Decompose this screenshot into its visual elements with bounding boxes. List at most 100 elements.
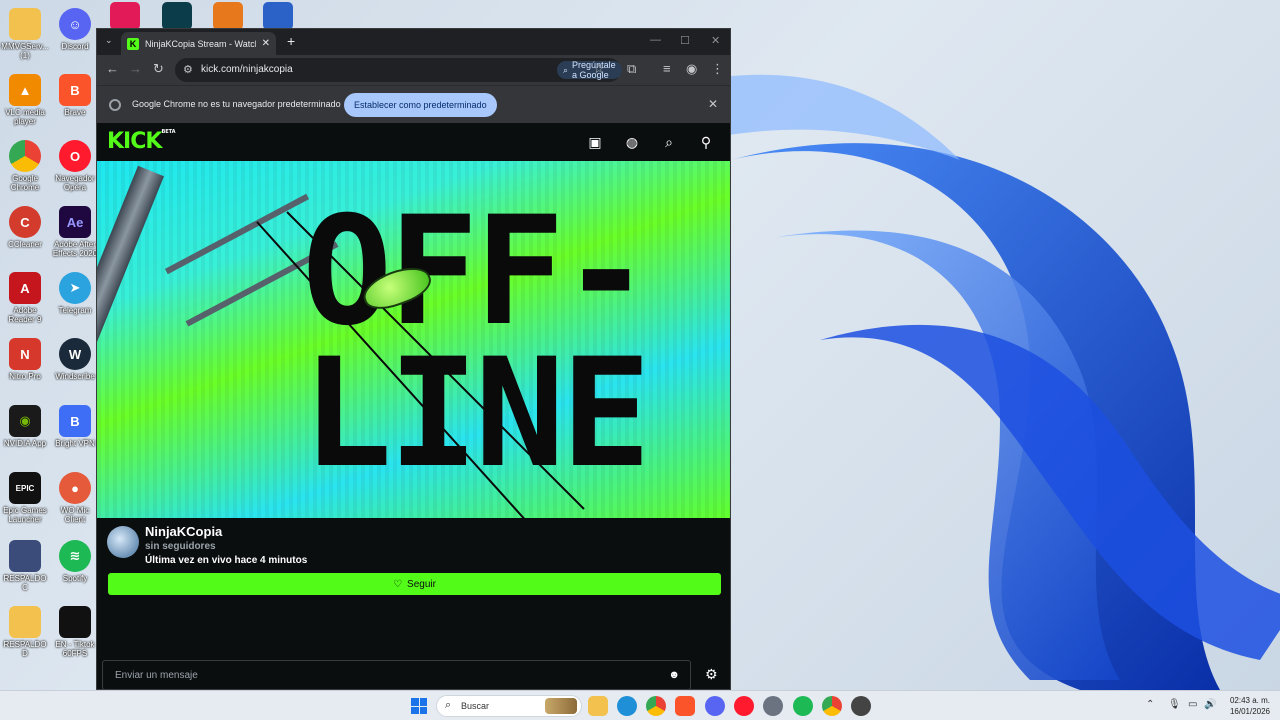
taskbar-search[interactable]: ⌕ Buscar (436, 695, 582, 717)
channel-name[interactable]: NinjaKCopia (145, 524, 222, 539)
desktop-icon-ccleaner[interactable]: C CCleaner (0, 206, 50, 249)
league-of-legends-icon[interactable] (162, 2, 192, 30)
opera-icon[interactable] (734, 696, 754, 716)
brave-icon: B (59, 74, 91, 106)
g-app-icon[interactable] (213, 2, 243, 30)
bookmark-star-icon[interactable]: ☆ (593, 62, 605, 76)
desktop-icon-bright-vpn[interactable]: B Bright VPN (50, 405, 100, 448)
tray-chevron-icon[interactable]: ⌃ (1146, 699, 1154, 710)
volume-icon[interactable]: 🔊 (1204, 699, 1216, 710)
tab-search-chevron-icon[interactable]: ⌄ (105, 35, 113, 46)
microphone-icon: ● (59, 472, 91, 504)
reading-list-icon[interactable]: ≡ (663, 62, 671, 76)
chrome-icon[interactable] (646, 696, 666, 716)
tab-close-icon[interactable]: ✕ (262, 38, 270, 49)
folder-icon (9, 8, 41, 40)
file-explorer-icon[interactable] (588, 696, 608, 716)
kick-logo[interactable]: KICKBETA (107, 129, 176, 154)
search-highlight-image (545, 698, 577, 714)
desktop-icon-windscribe[interactable]: W Windscribe (50, 338, 100, 381)
recorder-icon[interactable] (851, 696, 871, 716)
drive-image-icon (9, 540, 41, 572)
profile-icon[interactable]: ◉ (686, 62, 697, 76)
start-windows-icon[interactable] (411, 698, 427, 714)
chat-settings-gear-icon[interactable]: ⚙ (705, 666, 718, 683)
chrome-info-icon (109, 99, 121, 111)
desktop-icon-after-effects[interactable]: Ae Adobe After Effects 2020 (50, 206, 100, 258)
desktop-icon-epic[interactable]: EPIC Epic Games Launcher (0, 472, 50, 524)
user-icon[interactable]: ⚲ (697, 133, 715, 151)
default-browser-infobar: Google Chrome no es tu navegador predete… (97, 85, 730, 123)
system-clock[interactable]: 02:43 a. m. 16/01/2026 (1230, 695, 1270, 717)
chrome-icon (9, 140, 41, 172)
extensions-icon[interactable]: ⧉ (627, 62, 636, 76)
desktop-icon-opera[interactable]: O Navegador Opera (50, 140, 100, 192)
avatar[interactable] (107, 526, 139, 558)
desktop-icon-mmvg[interactable]: MMVGServ... (1) (0, 8, 50, 60)
forward-icon[interactable]: → (129, 62, 142, 76)
bright-vpn-icon: B (59, 405, 91, 437)
infobar-close-icon[interactable]: ✕ (708, 97, 718, 111)
search-icon[interactable]: ⌕ (660, 133, 678, 151)
epic-games-icon: EPIC (9, 472, 41, 504)
address-bar[interactable]: ⚙ kick.com/ninjakcopia ⌕ Pregúntale a Go… (175, 58, 622, 82)
menu-kebab-icon[interactable]: ⋮ (711, 62, 724, 76)
wallpaper-bloom (700, 74, 1280, 691)
url-text[interactable]: kick.com/ninjakcopia (201, 64, 293, 75)
browse-icon[interactable]: ▣ (586, 133, 604, 151)
desktop-icon-chrome[interactable]: Google Chrome (0, 140, 50, 192)
desktop-icon-telegram[interactable]: ➤ Telegram (50, 272, 100, 315)
desktop-icon-respaldo-c[interactable]: RESPALDO C (0, 540, 50, 592)
edge-icon[interactable] (617, 696, 637, 716)
desktop-icon-wo-mic[interactable]: ● WO Mic Client (50, 472, 100, 524)
brave-icon[interactable] (675, 696, 695, 716)
google-lens-icon: ⌕ (563, 64, 569, 75)
minimize-icon[interactable]: — (650, 34, 661, 46)
desktop-icon-brave[interactable]: B Brave (50, 74, 100, 117)
rocket-league-icon[interactable] (263, 2, 293, 30)
spotify-icon[interactable] (793, 696, 813, 716)
folder-icon (9, 606, 41, 638)
clock-time: 02:43 a. m. (1229, 696, 1270, 705)
offline-text: OFF- LINE (302, 185, 722, 489)
microphone-icon[interactable]: 🎙 (1168, 699, 1181, 710)
nitro-icon: N (9, 338, 41, 370)
emoji-icon[interactable]: ☻ (668, 669, 680, 681)
follow-button[interactable]: ♡ Seguir (108, 573, 721, 595)
desktop-icon-discord[interactable]: ☺ Discord (50, 8, 100, 51)
clock-date: 16/01/2026 (1229, 707, 1270, 716)
chrome-profile-icon[interactable] (822, 696, 842, 716)
ask-google-button[interactable]: ⌕ Pregúntale a Google (557, 60, 622, 80)
set-default-button[interactable]: Establecer como predeterminado (344, 93, 497, 117)
display-icon[interactable]: ▭ (1188, 699, 1197, 710)
last-live-status: Última vez en vivo hace 4 minutos (145, 555, 308, 566)
desktop-icon-respaldo-d[interactable]: RESPALDO D (0, 606, 50, 658)
desktop-icon-vlc[interactable]: ▲ VLC media player (0, 74, 50, 126)
maximize-icon[interactable]: ☐ (680, 34, 690, 47)
telegram-icon: ➤ (59, 272, 91, 304)
discord-icon[interactable] (705, 696, 725, 716)
reload-icon[interactable]: ↻ (153, 62, 164, 76)
desktop-icon-nvidia[interactable]: ◉ NVIDIA App (0, 405, 50, 448)
desktop-icon-adobe-reader[interactable]: A Adobe Reader 9 (0, 272, 50, 324)
window-close-icon[interactable]: ✕ (711, 34, 720, 47)
after-effects-icon: Ae (59, 206, 91, 238)
tab-kick[interactable]: K NinjaKCopia Stream - Watch Li ✕ (121, 32, 276, 55)
pole-arm-graphic (164, 193, 310, 275)
globe-icon[interactable]: ◍ (623, 133, 641, 151)
new-tab-icon[interactable]: + (287, 33, 295, 49)
tab-bar: ⌄ K NinjaKCopia Stream - Watch Li ✕ + — … (97, 29, 730, 55)
desktop-icon-tiktok-60fps[interactable]: EN - Tiktok 60FPS (50, 606, 100, 658)
offline-banner: OFF- LINE (97, 161, 730, 518)
adobe-reader-icon: A (9, 272, 41, 304)
chat-message-input[interactable] (103, 661, 690, 689)
offline-line-1: OFF- (302, 185, 651, 359)
back-icon[interactable]: ← (106, 62, 119, 76)
settings-gear-icon[interactable] (763, 696, 783, 716)
desktop-icon-nitro[interactable]: N Nitro Pro (0, 338, 50, 381)
site-settings-icon[interactable]: ⚙ (183, 63, 193, 76)
desktop-icon-spotify[interactable]: ≋ Spotify (50, 540, 100, 583)
ccleaner-icon: C (9, 206, 41, 238)
nvidia-icon: ◉ (9, 405, 41, 437)
tiktok-icon[interactable] (110, 2, 140, 30)
